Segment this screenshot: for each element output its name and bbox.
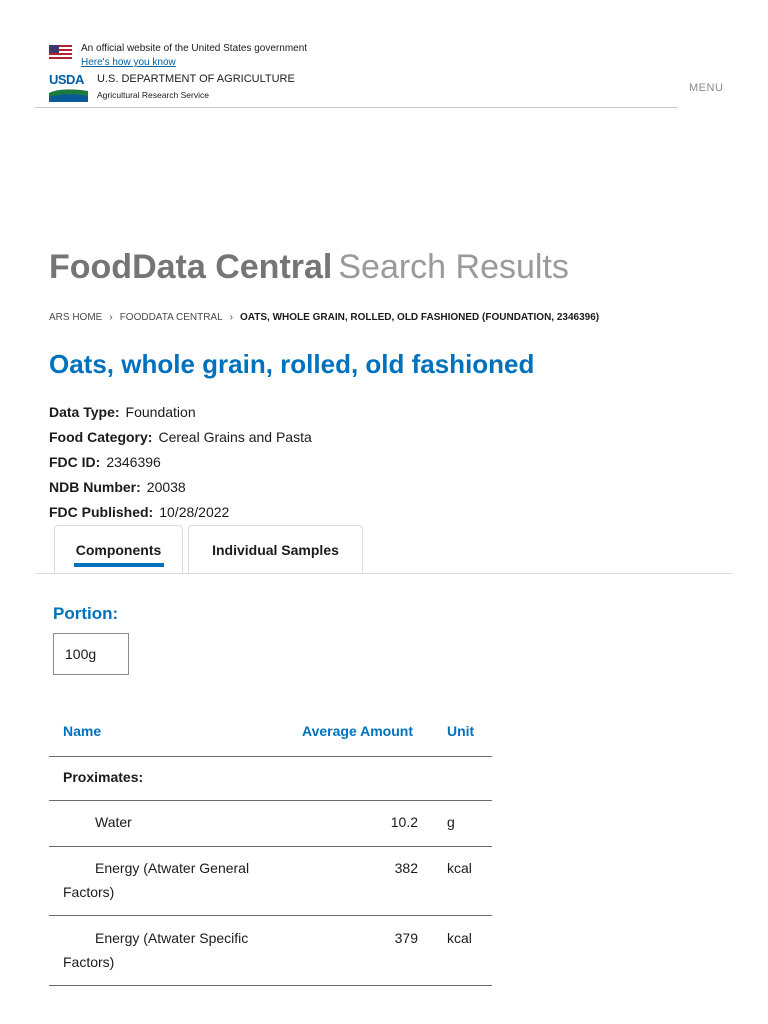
header-divider [35,107,678,108]
active-tab-indicator [74,563,164,567]
portion-label: Portion: [53,604,119,623]
detail-value: 2346396 [106,454,161,470]
row-divider [49,756,492,757]
row-divider [49,915,492,916]
tab-components-label: Components [75,542,162,558]
group-label-proximates: Proximates: [63,769,144,785]
page-title: FoodData Central Search Results [49,248,569,287]
breadcrumb: ARS HOME › FOODDATA CENTRAL › OATS, WHOLE GR… [49,312,599,323]
official-website-text: An official website of the United States… [81,43,308,54]
detail-value: Cereal Grains and Pasta [158,429,312,445]
nutrient-unit: g [447,814,455,830]
how-you-know-link[interactable]: Here's how you know [81,57,176,68]
breadcrumb-separator: › [109,312,113,323]
tabs-divider [35,573,733,574]
nutrient-amount: 382 [394,860,418,876]
nutrient-name-continued: Factors) [63,884,115,900]
food-title: Oats, whole grain, rolled, old fashioned [49,349,535,379]
column-header-average-amount[interactable]: Average Amount [302,723,413,739]
food-details: Data Type: Foundation Food Category: Cerea… [49,403,312,528]
detail-value: 10/28/2022 [159,504,230,520]
detail-label: FDC ID: [49,454,101,470]
detail-label: Data Type: [49,404,120,420]
row-divider [49,800,492,801]
detail-data-type: Data Type: Foundation [49,403,312,428]
detail-food-category: Food Category: Cereal Grains and Pasta [49,428,312,453]
column-header-name[interactable]: Name [63,723,101,739]
usda-logo[interactable]: USDA [49,72,88,102]
usda-logo-text: USDA [49,72,84,87]
nutrient-name: Water [95,814,132,830]
portion-select[interactable]: 100g [53,633,129,675]
service-name: Agricultural Research Service [97,90,209,100]
detail-fdc-id: FDC ID: 2346396 [49,453,312,478]
page-title-sub: Search Results [338,248,569,286]
portion-value: 100g [65,646,97,662]
usda-hills-icon [49,89,88,102]
page-title-main: FoodData Central [49,248,333,286]
row-divider [49,846,492,847]
detail-ndb-number: NDB Number: 20038 [49,478,312,503]
nutrient-amount: 379 [394,930,418,946]
nutrient-name-continued: Factors) [63,954,115,970]
nutrient-name: Energy (Atwater Specific [95,930,249,946]
tab-individual-samples[interactable]: Individual Samples [188,525,363,573]
breadcrumb-ars-home[interactable]: ARS HOME [49,312,102,323]
tab-components[interactable]: Components [54,525,183,573]
nutrient-unit: kcal [447,860,472,876]
menu-button[interactable]: MENU [689,82,723,94]
detail-value: Foundation [125,404,196,420]
row-divider [49,985,492,986]
nutrient-name: Energy (Atwater General [95,860,250,876]
detail-label: Food Category: [49,429,153,445]
breadcrumb-fooddata-central[interactable]: FOODDATA CENTRAL [120,312,223,323]
us-flag-icon [49,45,72,61]
detail-label: FDC Published: [49,504,154,520]
column-header-unit[interactable]: Unit [447,723,474,739]
department-name: U.S. DEPARTMENT OF AGRICULTURE [97,73,295,85]
nutrient-amount: 10.2 [390,814,418,830]
breadcrumb-current: OATS, WHOLE GRAIN, ROLLED, OLD FASHIONED… [240,312,600,323]
breadcrumb-separator: › [229,312,234,323]
nutrient-unit: kcal [447,930,472,946]
detail-label: NDB Number: [49,479,141,495]
tab-individual-samples-label: Individual Samples [212,542,339,558]
detail-value: 20038 [146,479,186,495]
